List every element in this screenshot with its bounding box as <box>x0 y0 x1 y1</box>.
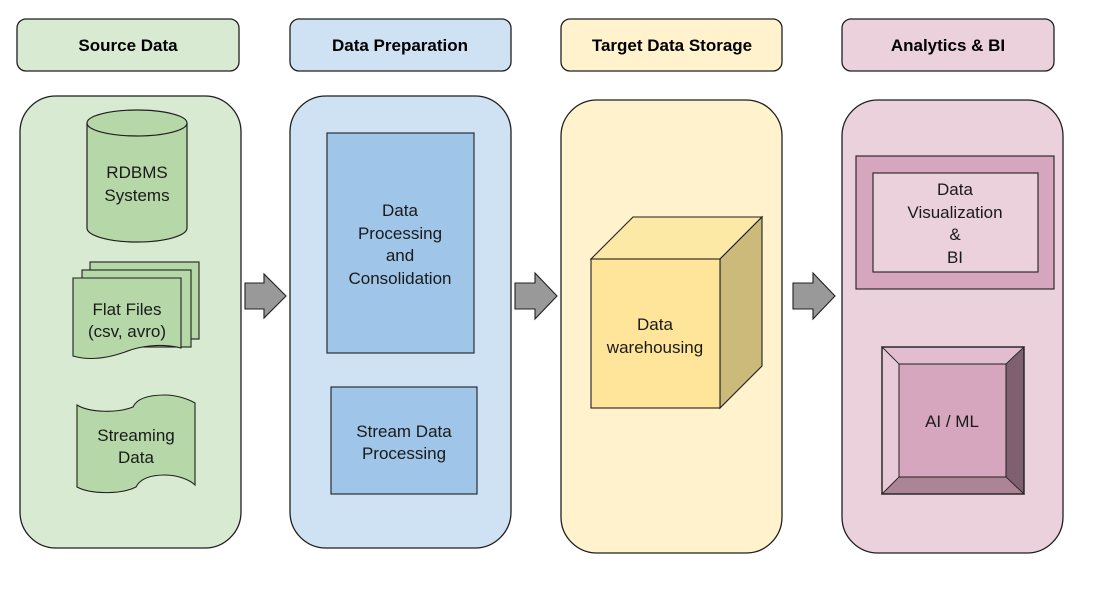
flow-arrow-preparation-to-storage <box>514 271 558 321</box>
data-processing-line2: Processing <box>358 224 442 243</box>
data-processing-line1: Data <box>382 201 418 220</box>
data-warehouse-cube: Data warehousing <box>589 215 764 410</box>
flow-arrow-storage-to-analytics <box>792 271 836 321</box>
flat-files-label-line1: Flat Files <box>93 300 162 319</box>
flat-files-multidocument: Flat Files (csv, avro) <box>72 261 200 360</box>
stage-header-source: Source Data <box>16 18 240 72</box>
stage-header-preparation: Data Preparation <box>289 18 512 72</box>
dataviz-label-line1: Data <box>937 180 973 199</box>
pipeline-diagram: Source Data Data Preparation Target Data… <box>16 18 1064 554</box>
rdbms-cylinder: RDBMS Systems <box>86 109 188 243</box>
stream-processing-line1: Stream Data <box>356 422 452 441</box>
stage-title-analytics: Analytics & BI <box>891 36 1005 55</box>
data-processing-line4: Consolidation <box>348 269 451 288</box>
dataviz-label-line4: BI <box>947 248 963 267</box>
ai-ml-label: AI / ML <box>925 412 979 431</box>
stage-title-preparation: Data Preparation <box>332 36 468 55</box>
warehouse-label-line1: Data <box>637 315 673 334</box>
data-processing-line3: and <box>386 246 414 265</box>
stage-title-source: Source Data <box>78 36 178 55</box>
data-processing-box: Data Processing and Consolidation <box>326 132 475 354</box>
stream-processing-box: Stream Data Processing <box>330 386 478 495</box>
flat-files-label-line2: (csv, avro) <box>88 322 166 341</box>
flow-arrow-source-to-preparation <box>244 272 287 320</box>
stage-header-analytics: Analytics & BI <box>841 18 1055 72</box>
rdbms-label-line2: Systems <box>104 186 169 205</box>
streaming-label-line1: Streaming <box>97 426 174 445</box>
stage-title-storage: Target Data Storage <box>592 36 752 55</box>
dataviz-label-line2: Visualization <box>907 203 1002 222</box>
warehouse-label-line2: warehousing <box>606 338 703 357</box>
streaming-label-line2: Data <box>118 448 154 467</box>
data-visualization-frame: Data Visualization & BI <box>855 155 1055 290</box>
rdbms-label-line1: RDBMS <box>106 163 167 182</box>
dataviz-label-line3: & <box>949 225 961 244</box>
ai-ml-bevel: AI / ML <box>881 346 1026 495</box>
stream-processing-line2: Processing <box>362 444 446 463</box>
stage-header-storage: Target Data Storage <box>560 18 783 72</box>
